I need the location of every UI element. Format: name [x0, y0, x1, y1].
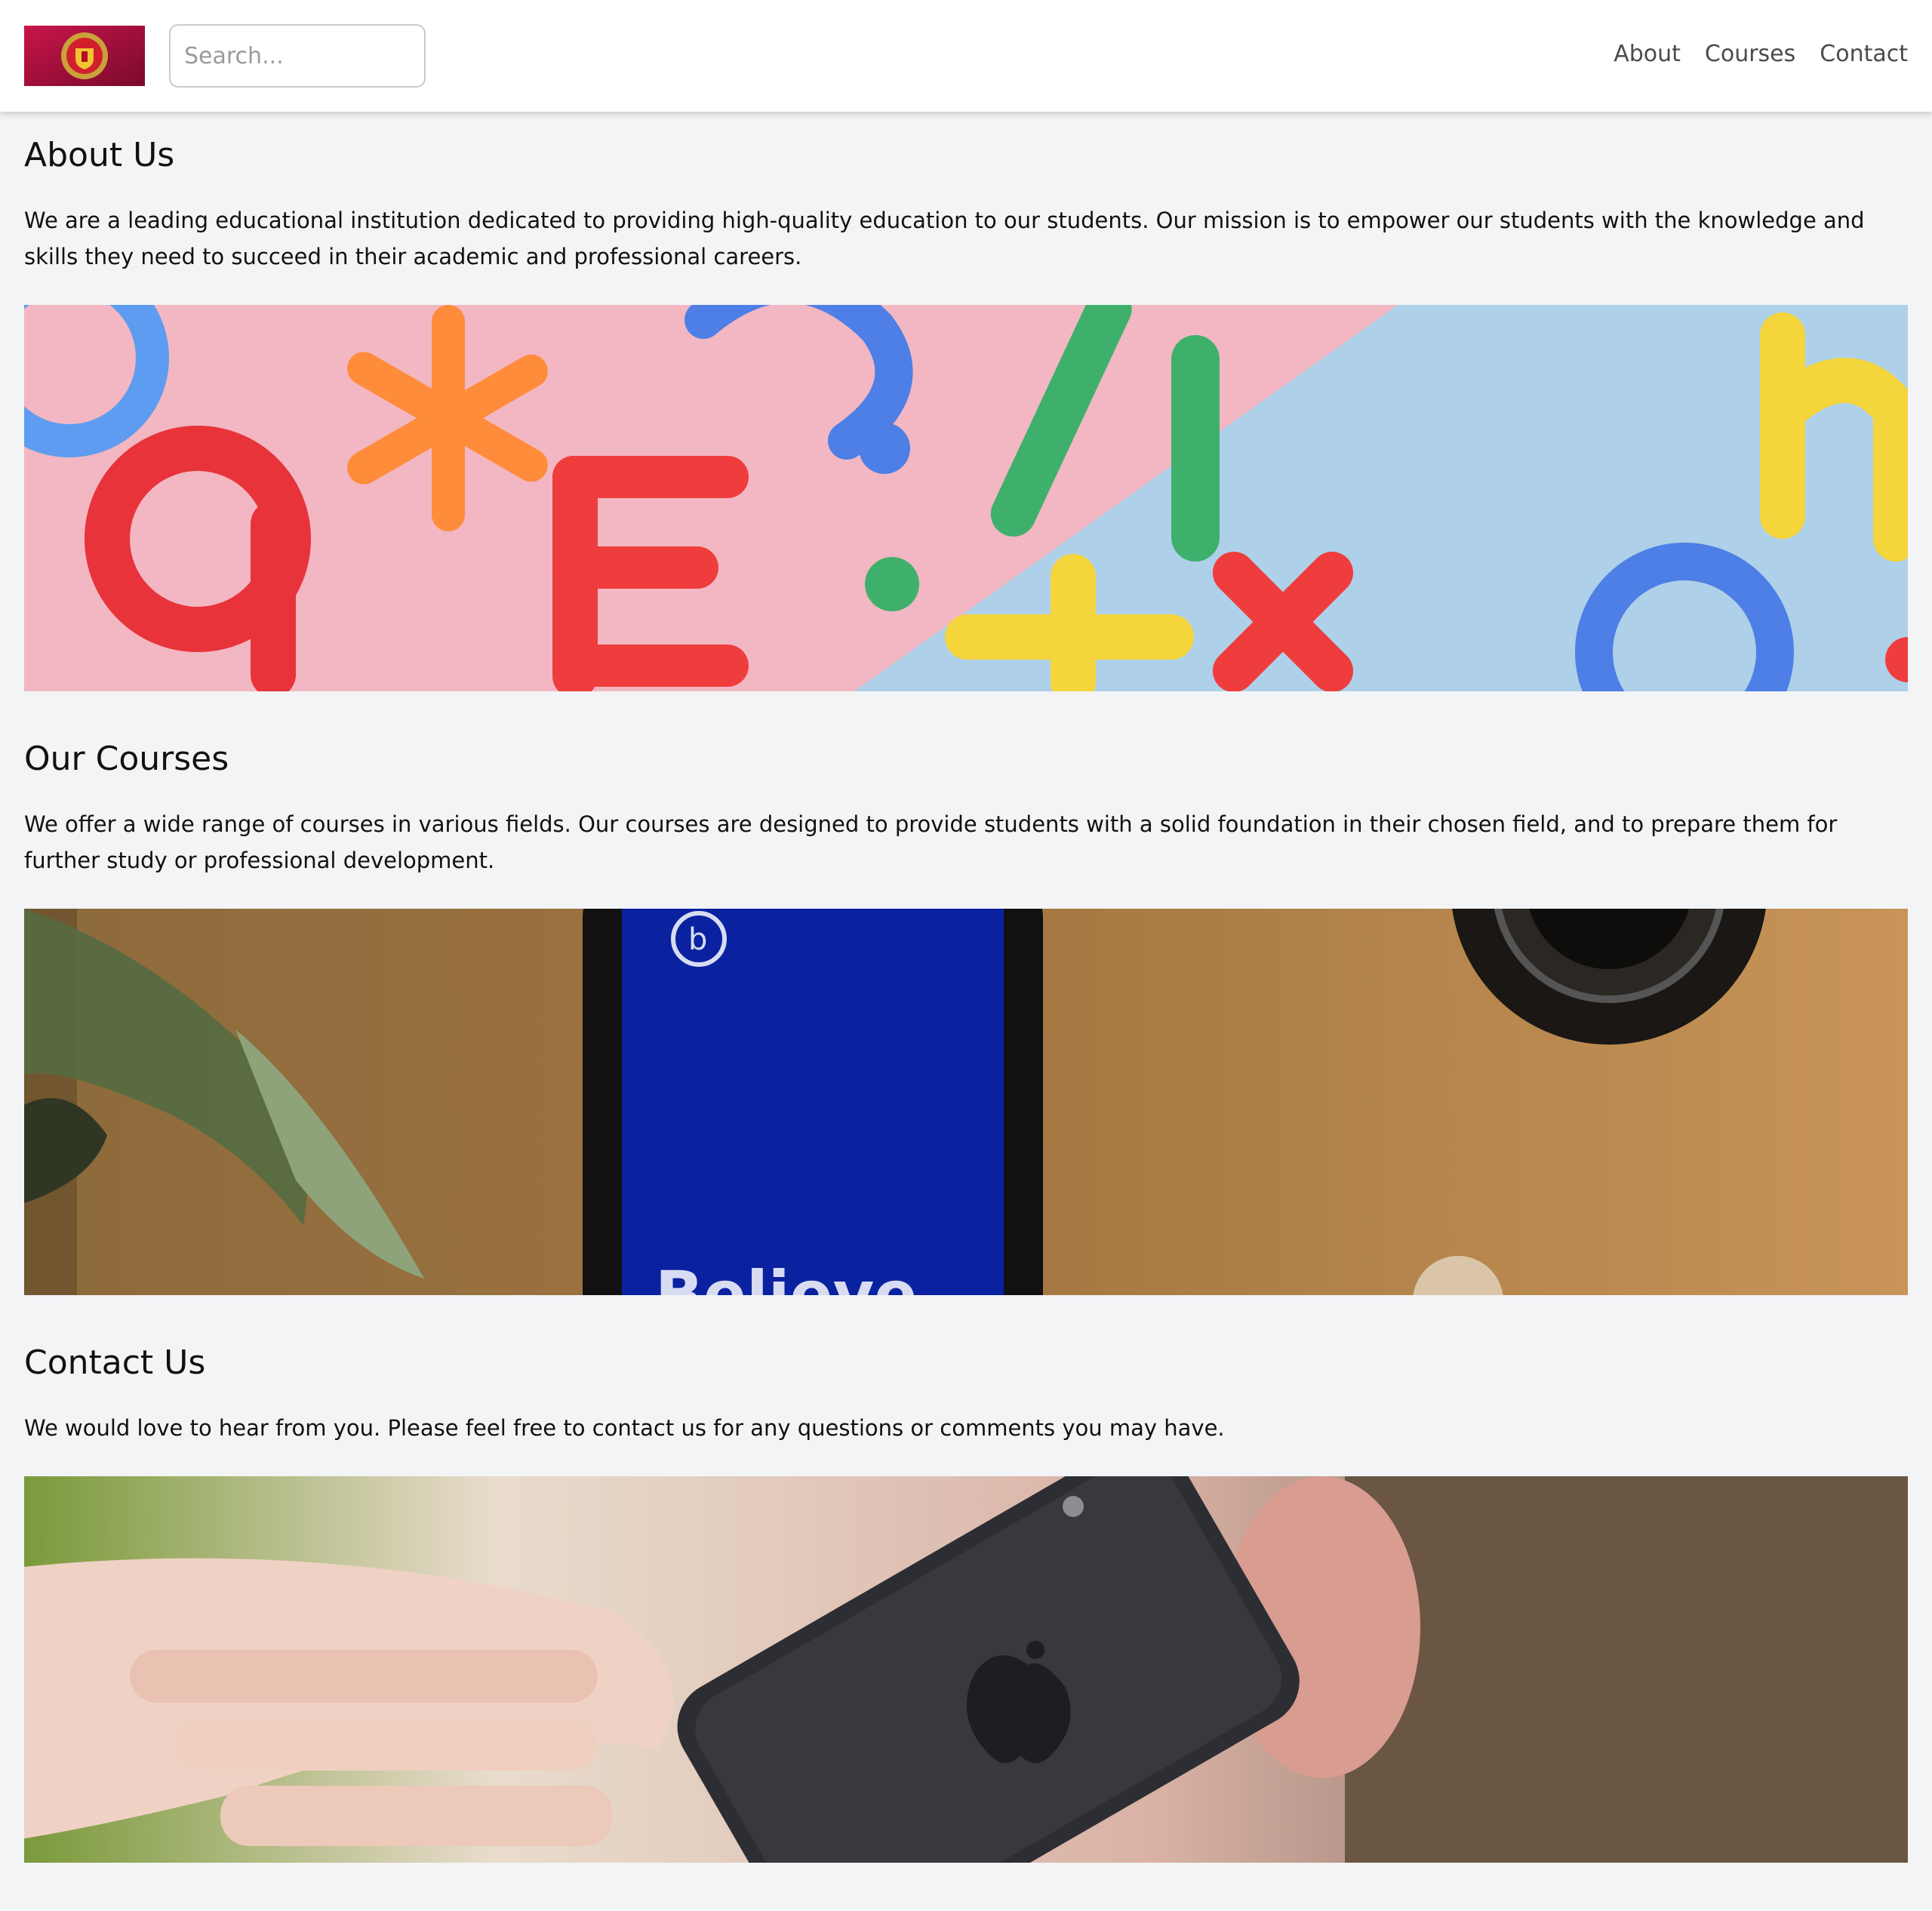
courses-text: We offer a wide range of courses in vari… [24, 811, 1838, 873]
person-on-phone-call-photo [24, 1476, 1908, 1863]
about-section: About Us We are a leading educational in… [24, 134, 1908, 693]
about-title: About Us [24, 136, 175, 174]
nav-link-contact[interactable]: Contact [1820, 39, 1908, 69]
svg-text:b: b [688, 922, 707, 957]
courses-title: Our Courses [24, 740, 229, 778]
nav-link-about[interactable]: About [1614, 39, 1681, 69]
top-navigation-bar: About Courses Contact [0, 0, 1932, 112]
contact-image [24, 1476, 1908, 1863]
club-crest-logo-icon [24, 26, 145, 86]
main-nav: About Courses Contact [1614, 39, 1908, 69]
search-input[interactable] [169, 24, 426, 88]
site-logo[interactable] [24, 26, 145, 86]
courses-image: b Believe [24, 909, 1908, 1295]
nav-link-courses[interactable]: Courses [1705, 39, 1795, 69]
about-text: We are a leading educational institution… [24, 208, 1865, 269]
about-image [24, 305, 1908, 691]
courses-section: Our Courses We offer a wide range of cou… [24, 738, 1908, 1297]
phone-screen-text: Believe [655, 1257, 917, 1295]
contact-text: We would love to hear from you. Please f… [24, 1415, 1225, 1441]
contact-section: Contact Us We would love to hear from yo… [24, 1342, 1908, 1870]
colorful-plastic-letters-photo [24, 305, 1908, 691]
contact-title: Contact Us [24, 1343, 206, 1382]
phone-on-wooden-desk-photo: b Believe [24, 909, 1908, 1295]
